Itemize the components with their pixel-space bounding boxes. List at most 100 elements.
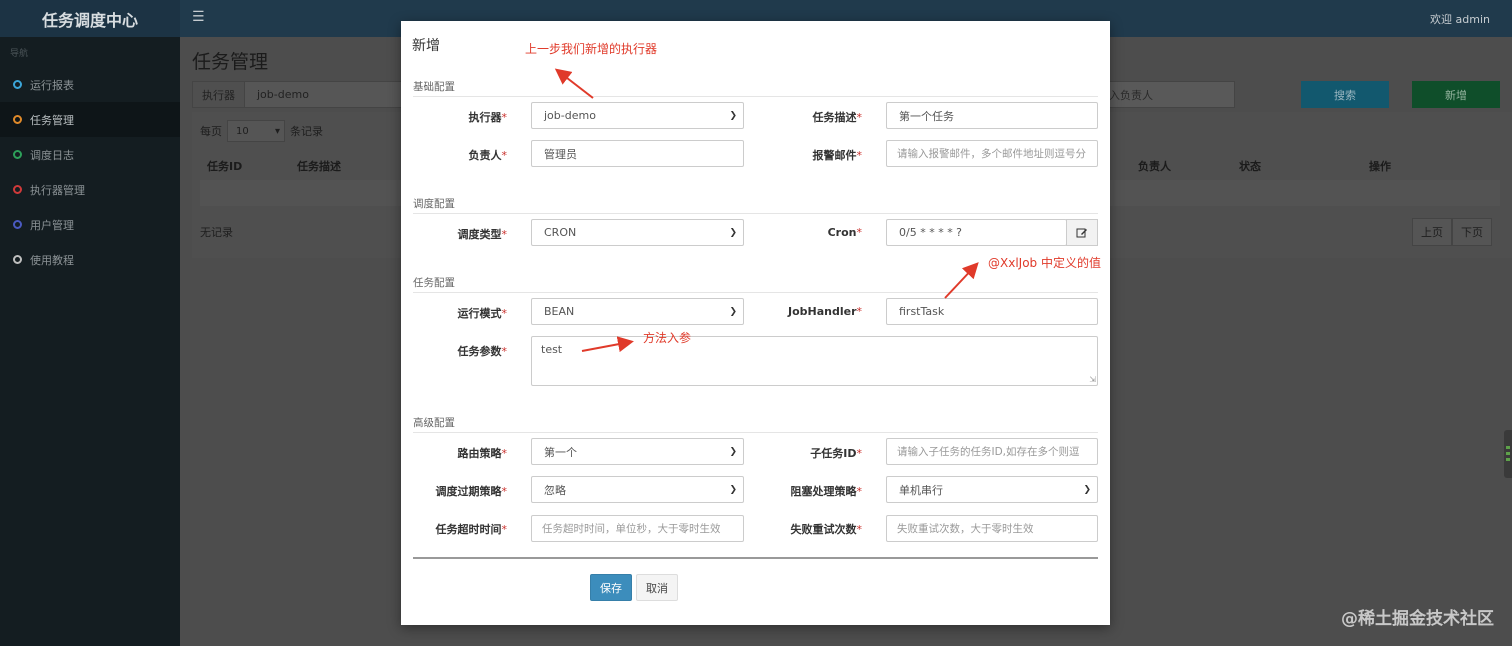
- executor-filter-value: job-demo: [257, 88, 309, 101]
- child-job-label: 子任务ID*: [810, 447, 862, 460]
- misfire-strategy-label: 调度过期策略*: [435, 485, 508, 498]
- next-page-button[interactable]: 下页: [1452, 218, 1492, 246]
- sidebar-item-label: 任务管理: [30, 113, 74, 127]
- timeout-input[interactable]: 任务超时时间，单位秒，大于零时生效: [531, 515, 744, 542]
- circle-icon: [13, 255, 22, 264]
- block-strategy-select[interactable]: 单机串行 ❯: [886, 476, 1098, 503]
- sidebar-item-user-manage[interactable]: 用户管理: [0, 207, 180, 242]
- job-handler-input[interactable]: firstTask: [886, 298, 1098, 325]
- add-job-modal: 新增 基础配置 执行器* job-demo ❯ 任务描述* 第一个任务 负责人*…: [401, 21, 1110, 625]
- schedule-type-value: CRON: [544, 226, 577, 239]
- page-title: 任务管理: [192, 51, 269, 73]
- sidebar-item-executor-manage[interactable]: 执行器管理: [0, 172, 180, 207]
- chevron-down-icon: ▾: [274, 125, 280, 137]
- run-mode-select[interactable]: BEAN ❯: [531, 298, 744, 325]
- chevron-down-icon: ❯: [729, 484, 737, 495]
- resize-handle-icon[interactable]: ⇲: [1089, 375, 1096, 384]
- prev-page-button[interactable]: 上页: [1412, 218, 1452, 246]
- alarm-email-label: 报警邮件*: [812, 149, 863, 162]
- watermark: @稀土掘金技术社区: [1341, 609, 1494, 629]
- welcome-user-menu[interactable]: 欢迎 admin: [1430, 11, 1490, 27]
- owner-input[interactable]: 管理员: [531, 140, 744, 167]
- column-header-owner: 负责人: [1138, 160, 1171, 173]
- schedule-type-label: 调度类型*: [457, 228, 508, 241]
- block-strategy-label: 阻塞处理策略*: [790, 485, 863, 498]
- chevron-down-icon: ❯: [729, 306, 737, 317]
- edit-icon: [1076, 228, 1087, 237]
- job-param-value: test: [541, 343, 563, 356]
- sidebar-item-tutorial[interactable]: 使用教程: [0, 242, 180, 277]
- executor-filter-label: 执行器: [193, 82, 245, 107]
- run-mode-label: 运行模式*: [457, 307, 508, 320]
- app-logo-title[interactable]: 任务调度中心: [0, 0, 180, 37]
- misfire-strategy-select[interactable]: 忽略 ❯: [531, 476, 744, 503]
- circle-icon: [13, 80, 22, 89]
- circle-icon: [13, 115, 22, 124]
- cancel-button[interactable]: 取消: [636, 574, 678, 601]
- cron-label: Cron*: [827, 226, 862, 239]
- job-desc-input[interactable]: 第一个任务: [886, 102, 1098, 129]
- sidebar: 导航 运行报表 任务管理 调度日志 执行器管理 用户管理 使用教程: [0, 37, 180, 646]
- run-mode-value: BEAN: [544, 305, 575, 318]
- executor-select[interactable]: job-demo ❯: [531, 102, 744, 129]
- route-strategy-label: 路由策略*: [457, 447, 508, 460]
- child-job-input[interactable]: 请输入子任务的任务ID,如存在多个则逗: [886, 438, 1098, 465]
- hamburger-icon[interactable]: ☰: [192, 9, 205, 25]
- nav-header: 导航: [10, 49, 29, 59]
- pagination: 上页 下页: [1412, 218, 1492, 246]
- misfire-strategy-value: 忽略: [544, 483, 566, 497]
- executor-filter[interactable]: 执行器 job-demo: [192, 81, 412, 108]
- alarm-email-input[interactable]: 请输入报警邮件，多个邮件地址则逗号分: [886, 140, 1098, 167]
- section-advanced: 高级配置: [413, 415, 1098, 433]
- sidebar-item-label: 用户管理: [30, 218, 74, 232]
- executor-label: 执行器*: [468, 111, 508, 124]
- job-param-textarea[interactable]: test ⇲: [531, 336, 1098, 386]
- chevron-down-icon: ❯: [729, 110, 737, 121]
- side-widget-handle[interactable]: [1504, 430, 1512, 478]
- schedule-type-select[interactable]: CRON ❯: [531, 219, 744, 246]
- modal-title: 新增: [412, 38, 440, 54]
- job-desc-label: 任务描述*: [812, 111, 863, 124]
- circle-icon: [13, 220, 22, 229]
- column-header-ops: 操作: [1369, 160, 1391, 173]
- owner-label: 负责人*: [468, 149, 508, 162]
- chevron-down-icon: ❯: [1083, 484, 1091, 495]
- sidebar-item-job-manage[interactable]: 任务管理: [0, 102, 180, 137]
- page-size-value: 10: [236, 125, 249, 137]
- annotation-executor-note: 上一步我们新增的执行器: [525, 42, 658, 56]
- sidebar-item-schedule-log[interactable]: 调度日志: [0, 137, 180, 172]
- sidebar-item-run-report[interactable]: 运行报表: [0, 67, 180, 102]
- empty-state-text: 无记录: [200, 226, 233, 239]
- circle-icon: [13, 185, 22, 194]
- executor-select-value: job-demo: [544, 109, 596, 122]
- job-param-label: 任务参数*: [457, 345, 508, 358]
- route-strategy-value: 第一个: [544, 445, 577, 459]
- sidebar-item-label: 运行报表: [30, 78, 74, 92]
- column-header-job-id: 任务ID: [207, 160, 243, 173]
- divider: [413, 557, 1098, 559]
- cron-input[interactable]: 0/5 * * * * ?: [886, 219, 1067, 246]
- page-size-suffix: 条记录: [290, 125, 323, 138]
- owner-search-input[interactable]: 入负责人: [1098, 81, 1235, 108]
- page-size-select[interactable]: 10 ▾: [227, 120, 285, 142]
- annotation-handler-note: @XxlJob 中定义的值: [988, 256, 1101, 270]
- page-size-control: 每页 10 ▾ 条记录: [200, 120, 323, 142]
- retry-count-label: 失败重试次数*: [790, 523, 863, 536]
- save-button[interactable]: 保存: [590, 574, 632, 601]
- search-button[interactable]: 搜索: [1301, 81, 1389, 108]
- page-size-prefix: 每页: [200, 125, 222, 138]
- block-strategy-value: 单机串行: [899, 483, 943, 497]
- circle-icon: [13, 150, 22, 159]
- cron-edit-button[interactable]: [1066, 219, 1098, 246]
- sidebar-item-label: 使用教程: [30, 253, 74, 267]
- section-task: 任务配置: [413, 275, 1098, 293]
- chevron-down-icon: ❯: [729, 446, 737, 457]
- timeout-label: 任务超时时间*: [435, 523, 508, 536]
- chevron-down-icon: ❯: [729, 227, 737, 238]
- section-schedule: 调度配置: [413, 196, 1098, 214]
- column-header-status: 状态: [1239, 160, 1261, 173]
- add-job-button[interactable]: 新增: [1412, 81, 1500, 108]
- retry-count-input[interactable]: 失败重试次数，大于零时生效: [886, 515, 1098, 542]
- section-basic: 基础配置: [413, 79, 1098, 97]
- route-strategy-select[interactable]: 第一个 ❯: [531, 438, 744, 465]
